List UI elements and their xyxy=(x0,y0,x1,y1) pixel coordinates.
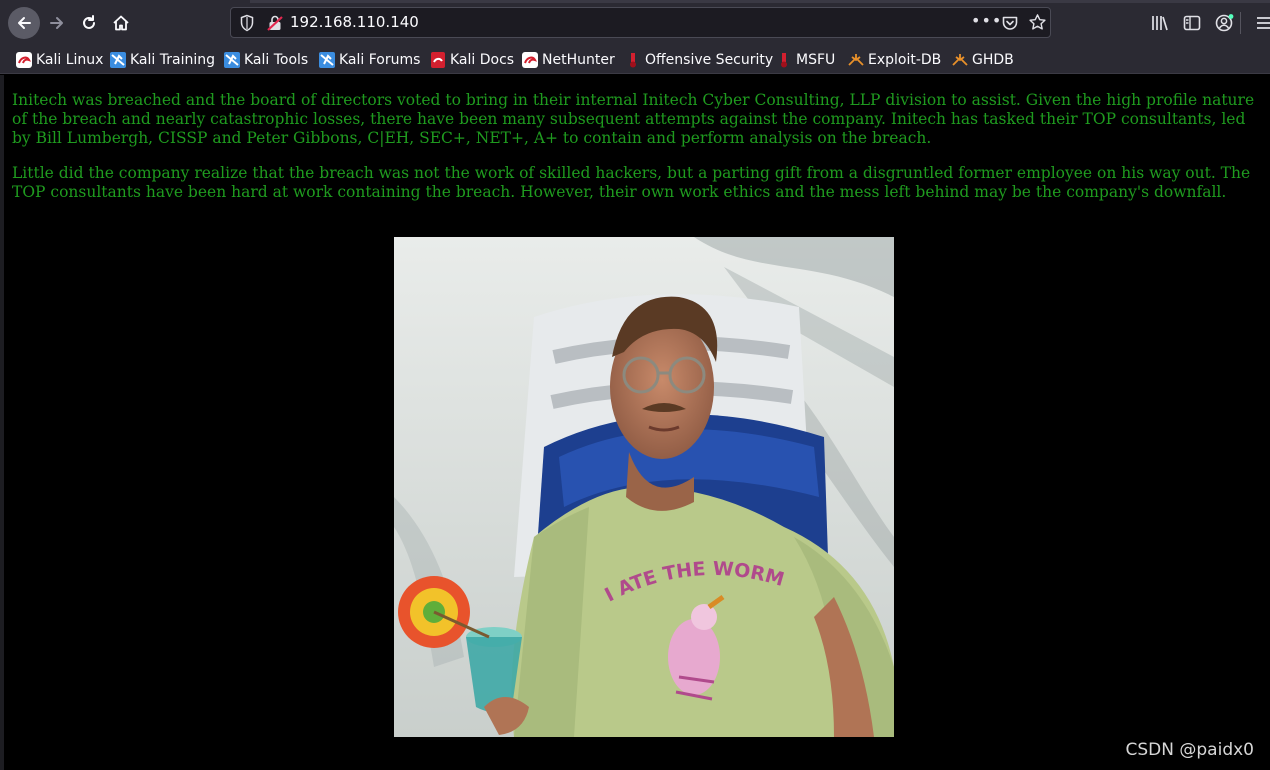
arrow-left-icon xyxy=(18,17,31,29)
bookmark-label: Kali Forums xyxy=(339,52,421,68)
bookmark-label: GHDB xyxy=(972,52,1014,68)
bookmark-label: Exploit-DB xyxy=(868,52,942,68)
insecure-lock-icon[interactable] xyxy=(267,14,283,32)
forward-button[interactable] xyxy=(41,7,73,39)
bookmark-msfu[interactable]: MSFU xyxy=(776,49,835,71)
bookmark-label: Kali Docs xyxy=(450,52,515,68)
toolbar-divider xyxy=(1240,12,1241,34)
man-on-beach-chair-image: I ATE THE WORM!! xyxy=(394,237,894,737)
bookmark-label: Kali Tools xyxy=(244,52,309,68)
account-icon[interactable] xyxy=(1214,13,1234,33)
tracking-protection-shield-icon[interactable] xyxy=(239,14,255,32)
story-paragraph: Little did the company realize that the … xyxy=(12,164,1251,201)
home-button[interactable] xyxy=(105,7,137,39)
url-text[interactable]: 192.168.110.140 xyxy=(290,13,419,31)
bookmark-kali-linux[interactable]: Kali Linux xyxy=(16,49,103,71)
pocket-icon[interactable] xyxy=(1001,14,1019,32)
bookmarks-toolbar: Kali Linux Kali Training Kali Tools Kali… xyxy=(0,46,1270,74)
reload-icon xyxy=(83,15,95,29)
kali-docs-icon xyxy=(431,52,445,68)
bookmark-offensive-security[interactable]: Offensive Security xyxy=(625,49,773,71)
reload-button[interactable] xyxy=(73,7,105,39)
kali-forums-icon xyxy=(319,52,335,68)
bookmark-kali-docs[interactable]: Kali Docs xyxy=(430,49,514,71)
bookmark-star-icon[interactable] xyxy=(1028,13,1047,32)
intro-paragraph: Initech was breached and the board of di… xyxy=(12,91,1255,147)
bookmark-exploit-db[interactable]: Exploit-DB xyxy=(848,49,941,71)
beach-chair-photo: I ATE THE WORM!! xyxy=(394,237,894,737)
sidebar-icon[interactable] xyxy=(1182,13,1202,33)
msfu-icon xyxy=(781,53,787,68)
bookmark-ghdb[interactable]: GHDB xyxy=(952,49,1014,71)
bookmark-label: Kali Training xyxy=(130,52,215,68)
bookmark-label: Kali Linux xyxy=(36,52,104,68)
bookmark-label: MSFU xyxy=(796,52,836,68)
kali-tools-icon xyxy=(224,52,240,68)
address-bar[interactable]: 192.168.110.140 ••• xyxy=(230,7,1051,38)
bookmark-nethunter[interactable]: NetHunter xyxy=(522,49,615,71)
ghdb-icon xyxy=(952,54,968,66)
bookmark-kali-tools[interactable]: Kali Tools xyxy=(224,49,308,71)
kali-training-icon xyxy=(110,52,126,68)
browser-toolbar: 192.168.110.140 ••• xyxy=(0,0,1270,46)
tab-strip-edge xyxy=(250,0,1270,3)
arrow-right-icon xyxy=(50,17,63,29)
exploit-db-icon xyxy=(848,54,864,66)
bookmark-kali-training[interactable]: Kali Training xyxy=(110,49,215,71)
offsec-icon xyxy=(630,53,636,68)
page-content: Initech was breached and the board of di… xyxy=(0,75,1270,770)
hamburger-menu-icon[interactable] xyxy=(1255,13,1270,33)
kali-dragon-icon xyxy=(16,52,32,68)
bookmark-kali-forums[interactable]: Kali Forums xyxy=(319,49,420,71)
back-button[interactable] xyxy=(8,7,40,39)
nethunter-icon xyxy=(522,52,538,68)
home-icon xyxy=(113,15,129,31)
page-actions-more-icon[interactable]: ••• xyxy=(971,11,1002,30)
csdn-watermark: CSDN @paidx0 xyxy=(1125,740,1254,760)
bookmark-label: NetHunter xyxy=(542,52,615,68)
library-icon[interactable] xyxy=(1150,13,1170,33)
bookmark-label: Offensive Security xyxy=(645,52,774,68)
